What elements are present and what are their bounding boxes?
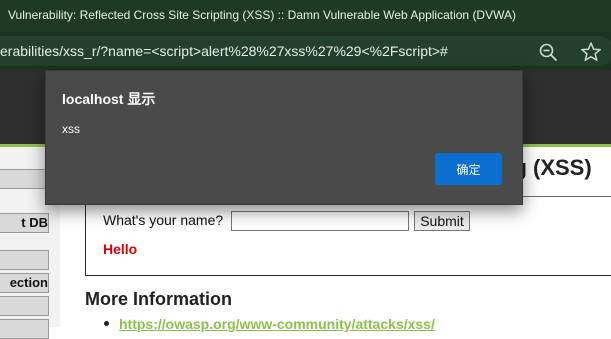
tab-title[interactable]: Vulnerability: Reflected Cross Site Scri…	[8, 8, 516, 22]
menu-item-setup-db[interactable]: t DB	[0, 213, 49, 233]
zoom-out-icon[interactable]	[538, 42, 558, 62]
dialog-message: xss	[62, 122, 80, 136]
xss-form-box	[85, 196, 611, 276]
more-information-heading: More Information	[85, 289, 232, 309]
menu-item[interactable]	[0, 319, 49, 339]
name-input[interactable]	[231, 211, 409, 231]
browser-title-bar: Vulnerability: Reflected Cross Site Scri…	[0, 0, 611, 32]
menu-item[interactable]	[0, 250, 49, 270]
dialog-title: localhost 显示	[62, 91, 156, 107]
menu-item-injection[interactable]: ection	[0, 273, 49, 293]
list-bullet	[104, 321, 109, 326]
menu-item[interactable]	[0, 296, 49, 316]
alert-dialog: localhost 显示 xss 确定	[45, 70, 523, 205]
ok-button[interactable]: 确定	[435, 153, 502, 185]
submit-button[interactable]: Submit	[414, 211, 470, 231]
owasp-xss-link[interactable]: https://owasp.org/www-community/attacks/…	[119, 316, 435, 332]
menu-item[interactable]	[0, 169, 49, 189]
url-text[interactable]: erabilities/xss_r/?name=<script>alert%28…	[0, 43, 448, 59]
reflected-output: Hello	[103, 241, 138, 257]
favorite-star-icon[interactable]	[580, 41, 602, 63]
name-label: What's your name?	[103, 212, 224, 228]
